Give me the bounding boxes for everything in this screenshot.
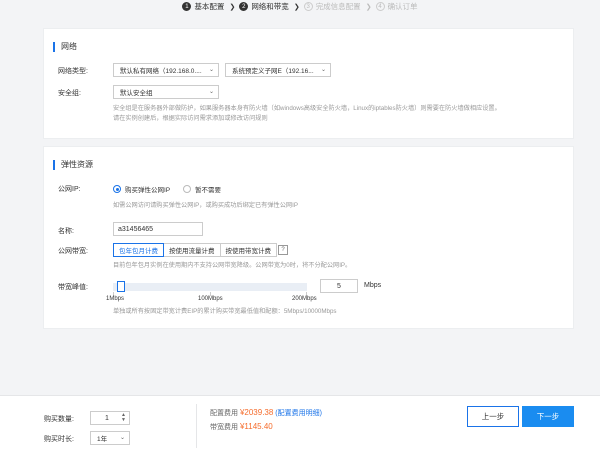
slider-tick-label-max: 200Mbps bbox=[292, 296, 317, 302]
chevron-right-icon: ❯ bbox=[365, 3, 372, 11]
step-indicator: 1 基本配置 ❯ 2 网络和带宽 ❯ 3 完成信息配置 ❯ 4 确认订单 bbox=[0, 0, 600, 13]
duration-value: 1年 bbox=[97, 436, 108, 443]
config-fee-detail-link[interactable]: (配置费用明细) bbox=[275, 410, 322, 417]
step-1: 1 基本配置 ❯ bbox=[182, 1, 235, 12]
peak-label: 带宽峰值: bbox=[58, 284, 88, 291]
next-step-button[interactable]: 下一步 bbox=[522, 406, 574, 427]
security-group-label: 安全组: bbox=[58, 90, 81, 97]
security-group-select[interactable]: 默认安全组 ⌄ bbox=[113, 85, 219, 99]
vpc-select[interactable]: 默认私有网络（192.168.0.... ⌄ bbox=[113, 63, 219, 77]
previous-step-button[interactable]: 上一步 bbox=[467, 406, 519, 427]
bandwidth-slider-track[interactable] bbox=[113, 283, 307, 291]
footer-divider bbox=[196, 404, 197, 448]
step-4-label: 确认订单 bbox=[387, 2, 418, 11]
bandwidth-unit: Mbps bbox=[364, 282, 382, 289]
public-ip-hint: 如需公网访问请购买弹性公网IP，或购买成功后绑定已有弹性公网IP bbox=[113, 202, 298, 209]
step-1-number: 1 bbox=[182, 2, 192, 11]
billing-option-monthly[interactable]: 包年包月计费 bbox=[113, 243, 164, 257]
bandwidth-slider-handle[interactable] bbox=[116, 281, 125, 292]
billing-option-bandwidth[interactable]: 按使用带宽计费 bbox=[220, 243, 277, 257]
bandwidth-label: 公网带宽: bbox=[58, 248, 88, 255]
bandwidth-input[interactable]: 5 bbox=[320, 279, 358, 293]
slider-tick-label-mid: 100Mbps bbox=[198, 296, 223, 302]
chevron-down-icon: ⌄ bbox=[320, 67, 326, 73]
quantity-stepper[interactable]: 1 ▲ ▼ bbox=[90, 411, 130, 425]
step-4: 4 确认订单 bbox=[375, 1, 418, 12]
radio-dot bbox=[113, 185, 121, 193]
duration-label: 购买时长: bbox=[44, 436, 74, 443]
chevron-right-icon: ❯ bbox=[229, 3, 236, 11]
bandwidth-range-hint: 单独或所有按固定带宽计费EIP的累计购买带宽最低值和配额：5Mbps/10000… bbox=[113, 308, 337, 315]
network-type-label: 网络类型: bbox=[58, 68, 88, 75]
eip-panel-title: 弹性资源 bbox=[53, 159, 93, 170]
step-2-number: 2 bbox=[239, 2, 249, 11]
subnet-select-value: 系统预定义子网E（192.16... bbox=[232, 68, 314, 75]
step-2: 2 网络和带宽 ❯ bbox=[239, 1, 300, 12]
config-fee-row: 配置费用 ¥2039.38 (配置费用明细) bbox=[210, 408, 322, 418]
eip-panel: 弹性资源 公网IP: 购买弹性公网IP 暂不需要 如需公网访问请购买弹性公网IP… bbox=[43, 146, 574, 329]
vpc-select-value: 默认私有网络（192.168.0.... bbox=[120, 68, 202, 75]
config-fee-amount: ¥2039.38 bbox=[239, 408, 274, 417]
step-4-number: 4 bbox=[375, 2, 385, 11]
bandwidth-fee-row: 带宽费用 ¥1145.40 bbox=[210, 422, 273, 432]
eip-title-text: 弹性资源 bbox=[61, 160, 93, 169]
chevron-right-icon: ❯ bbox=[293, 3, 300, 11]
eip-name-input[interactable]: a31456465 bbox=[113, 222, 203, 236]
bandwidth-fee-label: 带宽费用 bbox=[210, 424, 238, 431]
help-icon[interactable]: ? bbox=[278, 245, 288, 255]
step-3-number: 3 bbox=[303, 2, 313, 11]
subnet-select[interactable]: 系统预定义子网E（192.16... ⌄ bbox=[225, 63, 331, 77]
stepper-arrows-icon[interactable]: ▲ ▼ bbox=[121, 413, 126, 423]
config-fee-label: 配置费用 bbox=[210, 410, 238, 417]
slider-tick-label-min: 1Mbps bbox=[106, 296, 125, 302]
radio-no-eip[interactable]: 暂不需要 bbox=[183, 184, 221, 194]
bandwidth-input-value: 5 bbox=[337, 282, 341, 290]
chevron-down-icon: ⌄ bbox=[208, 89, 214, 95]
chevron-down-icon: ⌄ bbox=[119, 435, 125, 441]
security-group-value: 默认安全组 bbox=[120, 90, 153, 97]
radio-dot bbox=[183, 185, 191, 193]
billing-option-traffic[interactable]: 按使用流量计费 bbox=[164, 243, 221, 257]
step-3-label: 完成信息配置 bbox=[315, 2, 361, 11]
public-ip-label: 公网IP: bbox=[58, 186, 81, 193]
step-3: 3 完成信息配置 ❯ bbox=[303, 1, 372, 12]
step-1-label: 基本配置 bbox=[194, 2, 225, 11]
quantity-label: 购买数量: bbox=[44, 416, 74, 423]
radio-no-eip-label: 暂不需要 bbox=[195, 187, 221, 194]
billing-mode-tabs: 包年包月计费 按使用流量计费 按使用带宽计费 bbox=[113, 243, 277, 257]
chevron-down-icon: ⌄ bbox=[208, 67, 214, 73]
bandwidth-hint: 目前包年包月实例在使用期内不支持公网带宽降级。公网带宽为0时，将不分配公网IP。 bbox=[113, 262, 352, 269]
step-2-label: 网络和带宽 bbox=[251, 2, 289, 11]
network-panel: 网络 网络类型: 默认私有网络（192.168.0.... ⌄ 系统预定义子网E… bbox=[43, 28, 574, 139]
network-panel-title: 网络 bbox=[53, 41, 77, 52]
security-group-hint-2: 请在实例创建后，根据实际访问需求添加或修改访问规则 bbox=[113, 115, 268, 122]
duration-select[interactable]: 1年 ⌄ bbox=[90, 431, 130, 445]
quantity-value: 1 bbox=[105, 414, 109, 422]
bandwidth-fee-amount: ¥1145.40 bbox=[239, 422, 273, 431]
radio-buy-eip[interactable]: 购买弹性公网IP bbox=[113, 184, 170, 194]
network-title-text: 网络 bbox=[61, 42, 77, 51]
radio-buy-eip-label: 购买弹性公网IP bbox=[125, 187, 171, 194]
security-group-hint-1: 安全组是在服务器外部做防护，如果服务器本身有防火墙（如windows高级安全防火… bbox=[113, 105, 501, 112]
name-label: 名称: bbox=[58, 228, 74, 235]
